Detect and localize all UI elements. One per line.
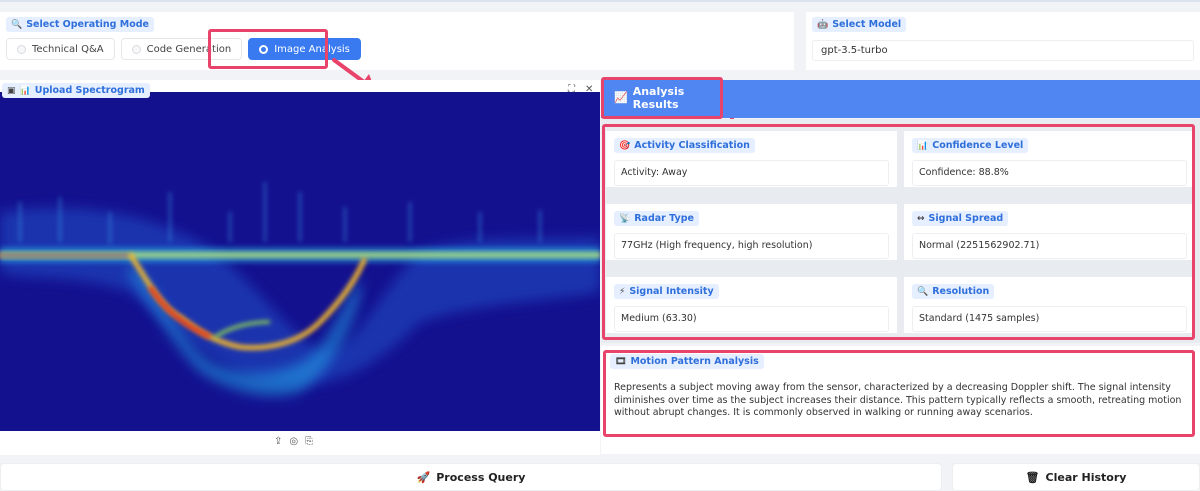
image-icon: ▣: [7, 85, 16, 96]
rocket-icon: 🚀: [416, 470, 431, 484]
upload-icon[interactable]: ⇪: [274, 436, 282, 447]
clear-history-button[interactable]: 🗑 Clear History: [952, 463, 1200, 491]
upload-label: ▣ 📊 Upload Spectrogram: [2, 83, 150, 98]
process-query-button[interactable]: 🚀 Process Query: [0, 463, 942, 491]
chart-icon: 📊: [19, 85, 31, 96]
highlight-results-title: [601, 77, 723, 119]
highlight-results-grid: [602, 124, 1195, 340]
upload-toolbar: ⇪ ◎ ⎘: [274, 436, 313, 447]
spectrogram-image: [0, 92, 600, 431]
trash-icon: 🗑: [1025, 470, 1040, 484]
expand-icon[interactable]: ⛶: [568, 84, 575, 95]
clipboard-icon[interactable]: ⎘: [305, 436, 313, 447]
highlight-motion: [603, 350, 1195, 437]
webcam-icon[interactable]: ◎: [289, 436, 298, 447]
close-icon[interactable]: ✕: [585, 84, 593, 95]
